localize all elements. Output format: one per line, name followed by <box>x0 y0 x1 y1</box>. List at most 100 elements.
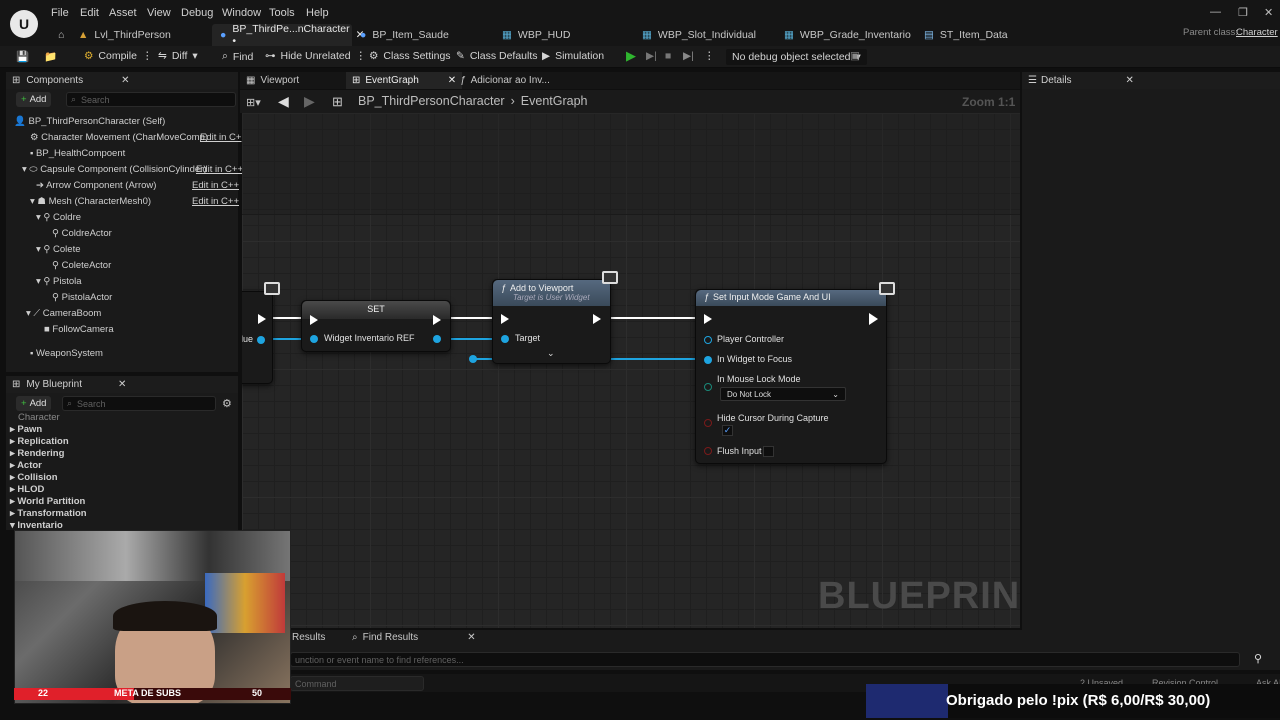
set-input-mode-node[interactable]: ƒ Set Input Mode Game And UI Player Contr… <box>695 289 887 464</box>
parent-class-link[interactable]: Character <box>1236 27 1278 38</box>
menu-debug[interactable]: Debug <box>181 7 213 19</box>
tab-event-graph[interactable]: ⊞ EventGraph ✕ <box>346 72 463 89</box>
hide-cursor-pin[interactable] <box>704 419 712 427</box>
category-item[interactable]: ▸ World Partition <box>10 496 85 507</box>
close-panel-icon[interactable]: ✕ <box>1126 75 1134 86</box>
tab-wbp-grade[interactable]: ▦ WBP_Grade_Inventario <box>776 24 919 46</box>
menu-asset[interactable]: Asset <box>109 7 137 19</box>
expand-icon[interactable]: ▾ <box>36 212 41 223</box>
tab-level[interactable]: ▲ Lvl_ThirdPerson <box>70 24 179 46</box>
target-pin[interactable] <box>501 335 509 343</box>
tab-wbp-hud[interactable]: ▦ WBP_HUD <box>494 24 578 46</box>
edit-in-cpp-link[interactable]: Edit in C++ <box>192 180 239 191</box>
expand-icon[interactable]: ▾ <box>30 196 35 207</box>
find-references-input[interactable]: unction or event name to find references… <box>290 652 1240 667</box>
comment-bubble-icon[interactable] <box>602 271 618 284</box>
debug-filter-icon[interactable]: ▣ <box>850 50 860 62</box>
exec-pin-out[interactable] <box>433 315 441 325</box>
tab-bp-character[interactable]: ● BP_ThirdPe...nCharacter • ✕ <box>212 23 364 47</box>
component-item[interactable]: ▾ ⬭ Capsule Component (CollisionCylinder… <box>22 164 207 175</box>
hide-cursor-checkbox[interactable]: ✓ <box>722 425 733 436</box>
variable-node-partial[interactable]: lue <box>242 291 273 384</box>
stop-icon[interactable]: ■ <box>665 50 671 62</box>
console-command-input[interactable]: Command <box>290 676 424 691</box>
add-component-button[interactable]: + Add <box>16 92 52 107</box>
exec-pin-out[interactable] <box>869 313 878 325</box>
edit-in-cpp-link[interactable]: Edit in C+ <box>200 132 241 143</box>
tab-adicionar[interactable]: ƒ Adicionar ao Inv... <box>460 75 550 86</box>
expand-icon[interactable]: ▾ <box>26 308 31 319</box>
more-icon[interactable]: ⋮ <box>356 50 367 62</box>
eject-icon[interactable]: ▶| <box>683 50 694 62</box>
exec-pin-in[interactable] <box>310 315 318 325</box>
find-button[interactable]: ⌕ Find <box>222 50 253 63</box>
save-icon[interactable]: 💾 <box>16 50 29 63</box>
browse-icon[interactable]: 📁 <box>44 50 57 63</box>
category-item[interactable]: ▸ Replication <box>10 436 69 447</box>
forward-arrow-icon[interactable]: ▶ <box>304 93 315 110</box>
component-item[interactable]: ⚲ ColeteActor <box>52 260 111 271</box>
category-item[interactable]: ▸ Collision <box>10 472 58 483</box>
expand-icon[interactable]: ▾ <box>36 244 41 255</box>
breadcrumb-blueprint[interactable]: BP_ThirdPersonCharacter <box>358 94 505 108</box>
expand-icon[interactable]: ▾ <box>22 164 27 175</box>
graph-options-icon[interactable]: ⊞▾ <box>246 96 261 109</box>
tab-find-results[interactable]: ⌕ Find Results ✕ <box>352 632 476 643</box>
simulation-button[interactable]: ▶ Simulation <box>542 50 604 62</box>
close-panel-icon[interactable]: ✕ <box>121 75 129 86</box>
component-item[interactable]: ▪ BP_HealthCompoent <box>30 148 125 159</box>
flush-input-checkbox[interactable] <box>763 446 774 457</box>
component-item[interactable]: ▪ WeaponSystem <box>30 348 103 359</box>
play-icon[interactable]: ▶ <box>626 48 636 64</box>
edit-in-cpp-link[interactable]: Edit in C++ <box>196 164 243 175</box>
exec-pin-out[interactable] <box>258 314 266 324</box>
category-item[interactable]: ▸ Pawn <box>10 424 42 435</box>
class-settings-button[interactable]: ⚙ Class Settings <box>369 50 451 62</box>
tab-bp-item[interactable]: ● BP_Item_Saude <box>352 24 457 46</box>
component-item[interactable]: ▾ ⟋ CameraBoom <box>26 308 101 319</box>
more-icon[interactable]: ⋮ <box>142 50 153 62</box>
class-defaults-button[interactable]: ✎ Class Defaults <box>456 50 538 62</box>
expand-icon[interactable]: ▾ <box>36 276 41 287</box>
category-item[interactable]: ▸ Rendering <box>10 448 64 459</box>
tab-st-item[interactable]: ▤ ST_Item_Data <box>916 24 1016 46</box>
tab-viewport[interactable]: ▦ Viewport <box>246 75 299 86</box>
player-controller-pin[interactable] <box>704 336 712 344</box>
object-pin-in[interactable] <box>310 335 318 343</box>
category-item[interactable]: ▸ Transformation <box>10 508 87 519</box>
component-item[interactable]: ▾ ⚲ Coldre <box>36 212 81 223</box>
settings-gear-icon[interactable]: ⚙ <box>222 397 232 410</box>
set-node[interactable]: SET Widget Inventario REF <box>301 300 451 352</box>
minimize-icon[interactable]: — <box>1210 6 1221 18</box>
mouse-lock-pin[interactable] <box>704 383 712 391</box>
exec-pin-in[interactable] <box>501 314 509 324</box>
close-window-icon[interactable]: ✕ <box>1264 6 1273 19</box>
binoculars-icon[interactable]: ⚲ <box>1254 652 1262 665</box>
menu-view[interactable]: View <box>147 7 171 19</box>
maximize-icon[interactable]: ❐ <box>1238 6 1248 19</box>
exec-pin-out[interactable] <box>593 314 601 324</box>
menu-help[interactable]: Help <box>306 7 329 19</box>
debug-object-select[interactable]: No debug object selected ▾ <box>726 49 867 65</box>
graph-canvas[interactable]: lue SET Widget Inventario REF ƒ Add to Vi… <box>242 113 1020 628</box>
close-tab-icon[interactable]: ✕ <box>448 75 456 86</box>
component-item[interactable]: ▾ ⚲ Pistola <box>36 276 82 287</box>
mouse-lock-dropdown[interactable]: Do Not Lock ⌄ <box>720 387 846 401</box>
back-arrow-icon[interactable]: ◀ <box>278 93 289 110</box>
flush-input-pin[interactable] <box>704 447 712 455</box>
category-item[interactable]: Character <box>18 412 60 423</box>
tab-compiler-results[interactable]: Results <box>292 632 325 643</box>
close-tab-icon[interactable]: ✕ <box>467 632 475 643</box>
component-item[interactable]: 👤 BP_ThirdPersonCharacter (Self) <box>14 116 165 127</box>
chevron-down-icon[interactable]: ⌄ <box>547 348 555 359</box>
my-blueprint-search-input[interactable]: ⌕ Search <box>62 396 216 411</box>
tab-wbp-slot[interactable]: ▦ WBP_Slot_Individual <box>634 24 764 46</box>
unreal-logo-icon[interactable]: U <box>10 10 38 38</box>
menu-tools[interactable]: Tools <box>269 7 295 19</box>
reroute-node[interactable] <box>469 355 477 363</box>
add-member-button[interactable]: + Add <box>16 396 52 411</box>
component-item[interactable]: ▾ ⚲ Colete <box>36 244 81 255</box>
step-icon[interactable]: ▶| <box>646 50 657 62</box>
hide-unrelated-button[interactable]: ⊶ Hide Unrelated ⋮ <box>265 50 366 62</box>
component-item[interactable]: ⚲ PistolaActor <box>52 292 112 303</box>
